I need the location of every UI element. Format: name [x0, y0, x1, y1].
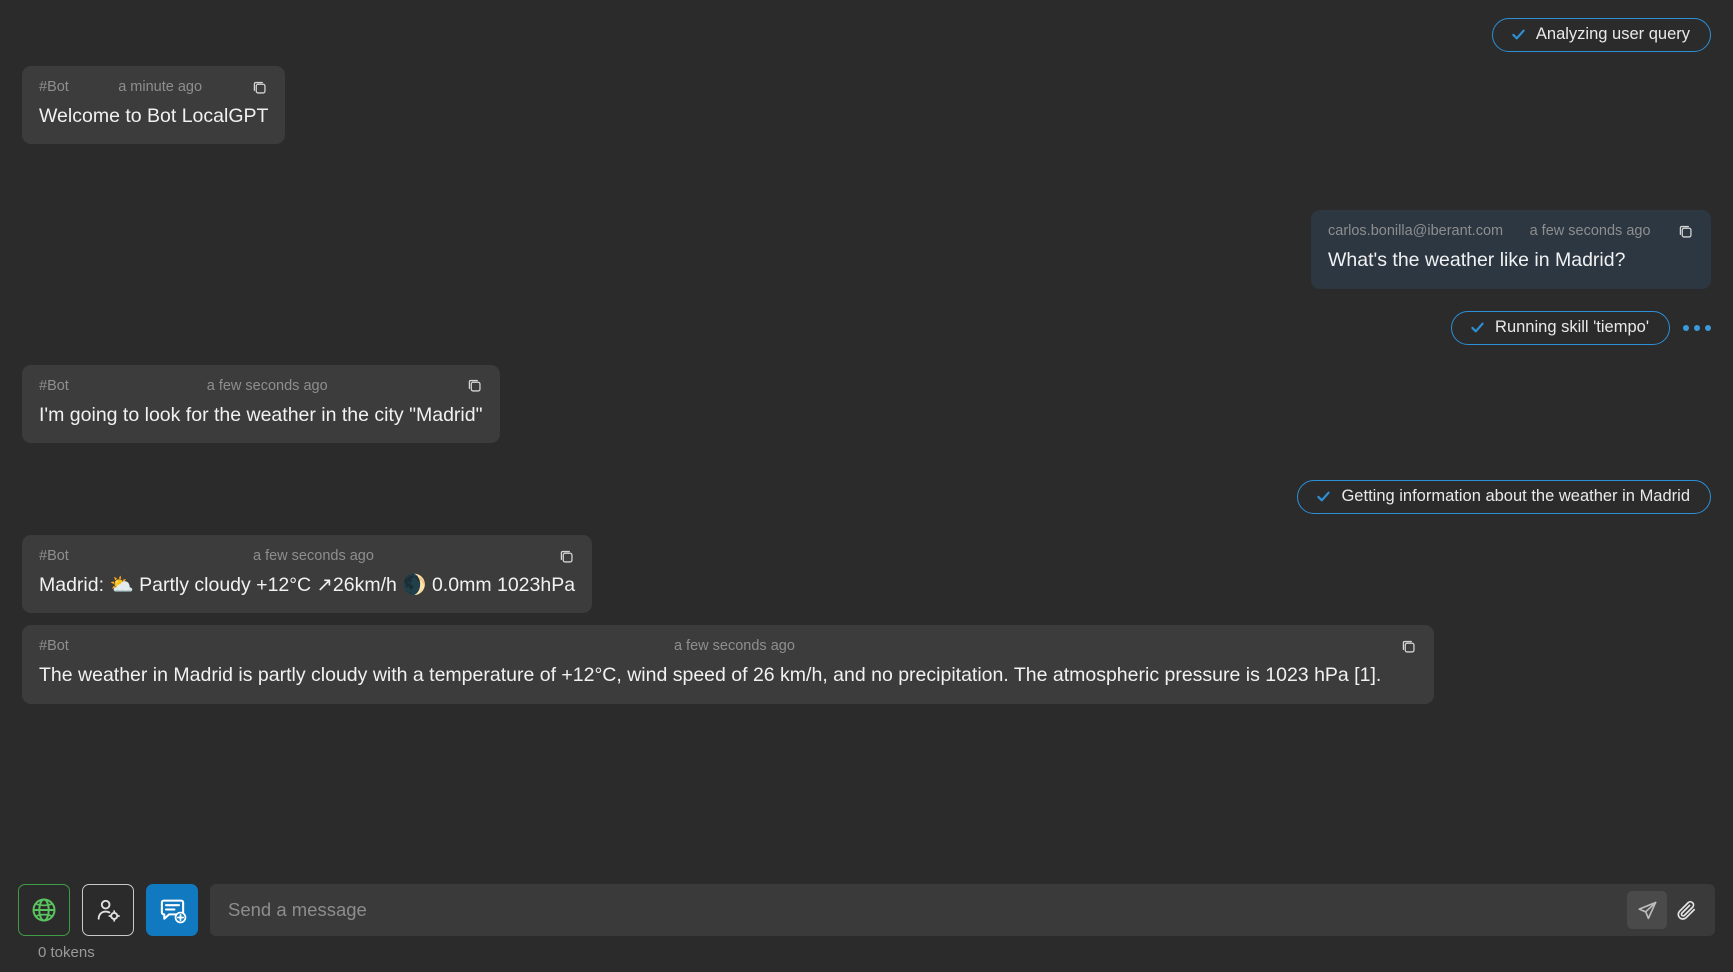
- agent-settings-button[interactable]: [82, 884, 134, 936]
- paperclip-icon: [1677, 900, 1696, 920]
- message-author: #Bot: [39, 79, 69, 95]
- message-input[interactable]: [228, 884, 1627, 936]
- status-label: Analyzing user query: [1535, 25, 1690, 44]
- message-meta: #Bot a minute ago: [39, 77, 268, 97]
- send-button[interactable]: [1627, 891, 1667, 929]
- transcript-row: Running skill 'tiempo': [22, 310, 1711, 345]
- chat-window: Analyzing user query #Bot a minute ago W…: [0, 0, 1733, 972]
- copy-icon[interactable]: [558, 548, 575, 565]
- message-meta: #Bot a few seconds ago: [39, 636, 1417, 656]
- composer: 0 tokens: [0, 884, 1733, 972]
- message-author: #Bot: [39, 548, 69, 565]
- status-running-skill[interactable]: Running skill 'tiempo': [1451, 310, 1670, 345]
- message-text: I'm going to look for the weather in the…: [39, 403, 483, 426]
- person-gear-icon: [97, 899, 120, 922]
- send-icon: [1637, 901, 1656, 919]
- message-weather-raw[interactable]: #Bot a few seconds ago Madrid: ⛅ Partly …: [22, 535, 593, 614]
- message-timestamp: a few seconds ago: [206, 377, 328, 394]
- message-text: Madrid: ⛅ Partly cloudy +12°C ↗26km/h 🌒 …: [39, 574, 576, 597]
- message-text: The weather in Madrid is partly cloudy w…: [39, 664, 1382, 687]
- status-label: Getting information about the weather in…: [1341, 487, 1690, 506]
- token-counter: 0 tokens: [38, 944, 95, 961]
- message-timestamp: a minute ago: [118, 79, 203, 95]
- message-user-question[interactable]: carlos.bonilla@iberant.com a few seconds…: [1311, 210, 1711, 289]
- chat-transcript[interactable]: Analyzing user query #Bot a minute ago W…: [0, 0, 1733, 884]
- copy-icon[interactable]: [1677, 223, 1694, 240]
- message-timestamp: a few seconds ago: [673, 638, 795, 655]
- transcript-row: #Bot a few seconds ago Madrid: ⛅ Partly …: [22, 535, 1711, 614]
- transcript-row: #Bot a minute ago Welcome to Bot LocalGP…: [22, 66, 1711, 145]
- message-timestamp: a few seconds ago: [253, 548, 374, 565]
- message-author: carlos.bonilla@iberant.com: [1328, 223, 1504, 240]
- new-chat-button[interactable]: [146, 884, 198, 936]
- composer-row: [18, 884, 1715, 936]
- check-icon: [1512, 29, 1525, 40]
- copy-icon[interactable]: [1400, 638, 1417, 655]
- transcript-row: #Bot a few seconds ago The weather in Ma…: [22, 625, 1711, 704]
- check-icon: [1317, 491, 1331, 502]
- transcript-row: #Bot a few seconds ago I'm going to look…: [22, 364, 1711, 444]
- message-welcome[interactable]: #Bot a minute ago Welcome to Bot LocalGP…: [22, 66, 286, 145]
- web-search-toggle[interactable]: [18, 884, 70, 936]
- message-author: #Bot: [39, 638, 69, 655]
- status-label: Running skill 'tiempo': [1495, 317, 1649, 336]
- transcript-row: Analyzing user query: [22, 18, 1711, 52]
- copy-icon[interactable]: [251, 79, 268, 96]
- message-bot-lookup[interactable]: #Bot a few seconds ago I'm going to look…: [22, 364, 500, 444]
- transcript-row: Getting information about the weather in…: [22, 480, 1711, 515]
- status-analyzing[interactable]: Analyzing user query: [1491, 18, 1711, 52]
- message-meta: #Bot a few seconds ago: [39, 376, 483, 396]
- attach-button[interactable]: [1667, 891, 1707, 929]
- message-input-wrapper[interactable]: [210, 884, 1715, 936]
- new-chat-icon: [160, 899, 186, 923]
- globe-icon: [32, 898, 56, 922]
- copy-icon[interactable]: [466, 377, 483, 394]
- transcript-row: carlos.bonilla@iberant.com a few seconds…: [22, 210, 1711, 289]
- message-timestamp: a few seconds ago: [1529, 223, 1651, 240]
- more-options-icon[interactable]: [1683, 324, 1711, 331]
- message-author: #Bot: [39, 377, 69, 394]
- message-weather-summary[interactable]: #Bot a few seconds ago The weather in Ma…: [22, 625, 1434, 704]
- check-icon: [1471, 322, 1484, 333]
- message-text: What's the weather like in Madrid?: [1328, 249, 1626, 272]
- message-meta: carlos.bonilla@iberant.com a few seconds…: [1328, 221, 1694, 241]
- message-meta: #Bot a few seconds ago: [39, 546, 575, 566]
- status-getting-info[interactable]: Getting information about the weather in…: [1297, 480, 1711, 515]
- message-text: Welcome to Bot LocalGPT: [39, 105, 269, 127]
